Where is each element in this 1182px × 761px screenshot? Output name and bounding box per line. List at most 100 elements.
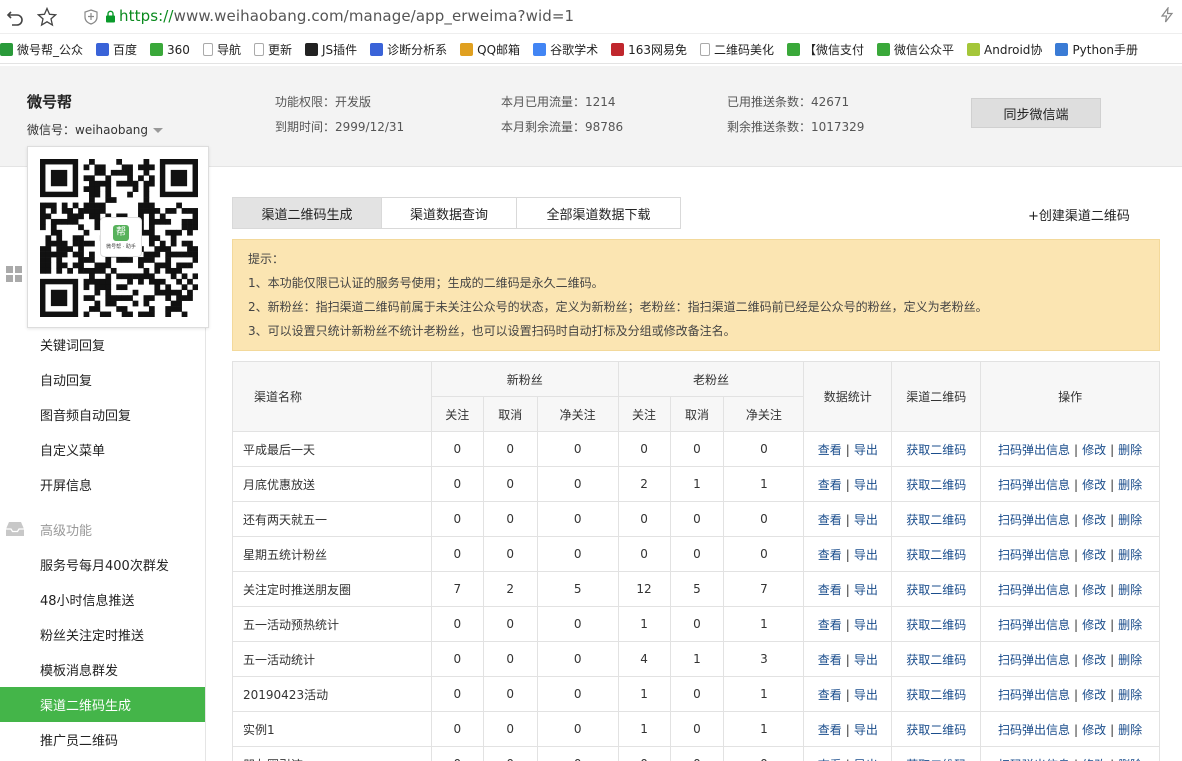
- scan-popup-link[interactable]: 扫码弹出信息: [998, 513, 1070, 527]
- tab-data-query[interactable]: 渠道数据查询: [382, 198, 517, 228]
- view-link[interactable]: 查看: [818, 583, 842, 597]
- account-selector[interactable]: 微信号：weihaobang: [27, 121, 164, 138]
- delete-link[interactable]: 删除: [1118, 723, 1142, 737]
- get-qrcode-link[interactable]: 获取二维码: [906, 583, 966, 597]
- get-qrcode-link[interactable]: 获取二维码: [906, 618, 966, 632]
- bookmark-item[interactable]: 百度: [96, 41, 137, 58]
- edit-link[interactable]: 修改: [1082, 583, 1106, 597]
- sidebar-item[interactable]: 模板消息群发: [0, 652, 205, 687]
- sidebar-item[interactable]: 关键词回复: [0, 327, 205, 362]
- delete-link[interactable]: 删除: [1118, 618, 1142, 632]
- sidebar-item[interactable]: 推广员二维码: [0, 722, 205, 757]
- sidebar-item[interactable]: 48小时信息推送: [0, 582, 205, 617]
- export-link[interactable]: 导出: [854, 758, 878, 761]
- bookmark-item[interactable]: 微信公众平: [877, 41, 954, 58]
- delete-link[interactable]: 删除: [1118, 443, 1142, 457]
- view-link[interactable]: 查看: [818, 723, 842, 737]
- delete-link[interactable]: 删除: [1118, 548, 1142, 562]
- get-qrcode-link[interactable]: 获取二维码: [906, 513, 966, 527]
- view-link[interactable]: 查看: [818, 548, 842, 562]
- export-link[interactable]: 导出: [854, 723, 878, 737]
- sidebar-item[interactable]: 自定义菜单: [0, 432, 205, 467]
- bookmark-item[interactable]: 二维码美化: [699, 41, 774, 58]
- edit-link[interactable]: 修改: [1082, 653, 1106, 667]
- sidebar-item[interactable]: 开屏信息: [0, 467, 205, 502]
- sidebar-item[interactable]: 粉丝关注定时推送: [0, 617, 205, 652]
- bookmark-item[interactable]: 163网易免: [611, 41, 687, 58]
- delete-link[interactable]: 删除: [1118, 758, 1142, 761]
- get-qrcode-link[interactable]: 获取二维码: [906, 723, 966, 737]
- delete-link[interactable]: 删除: [1118, 688, 1142, 702]
- bookmark-item[interactable]: Python手册: [1055, 41, 1138, 58]
- scan-popup-link[interactable]: 扫码弹出信息: [998, 688, 1070, 702]
- export-link[interactable]: 导出: [854, 513, 878, 527]
- edit-link[interactable]: 修改: [1082, 443, 1106, 457]
- get-qrcode-link[interactable]: 获取二维码: [906, 653, 966, 667]
- view-link[interactable]: 查看: [818, 478, 842, 492]
- scan-popup-link[interactable]: 扫码弹出信息: [998, 478, 1070, 492]
- create-qr-link[interactable]: +创建渠道二维码: [1028, 205, 1130, 224]
- sync-wechat-button[interactable]: 同步微信端: [971, 98, 1101, 128]
- view-link[interactable]: 查看: [818, 443, 842, 457]
- view-link[interactable]: 查看: [818, 513, 842, 527]
- scan-popup-link[interactable]: 扫码弹出信息: [998, 758, 1070, 761]
- get-qrcode-link[interactable]: 获取二维码: [906, 688, 966, 702]
- bookmark-item[interactable]: Android协: [967, 41, 1042, 58]
- bookmark-item[interactable]: 诊断分析系: [370, 41, 447, 58]
- view-link[interactable]: 查看: [818, 618, 842, 632]
- view-link[interactable]: 查看: [818, 688, 842, 702]
- export-link[interactable]: 导出: [854, 653, 878, 667]
- bookmark-item[interactable]: 导航: [202, 41, 241, 58]
- sidebar-item-active[interactable]: 渠道二维码生成: [0, 687, 205, 722]
- sidebar-item[interactable]: 自动回复: [0, 362, 205, 397]
- scan-popup-link[interactable]: 扫码弹出信息: [998, 583, 1070, 597]
- export-link[interactable]: 导出: [854, 618, 878, 632]
- star-bookmark-icon[interactable]: [36, 6, 58, 28]
- delete-link[interactable]: 删除: [1118, 653, 1142, 667]
- edit-link[interactable]: 修改: [1082, 758, 1106, 761]
- back-icon[interactable]: [4, 6, 26, 28]
- sidebar-item[interactable]: 服务号每月400次群发: [0, 547, 205, 582]
- lightning-icon[interactable]: [1160, 5, 1174, 27]
- url-field[interactable]: https://www.weihaobang.com/manage/app_er…: [119, 7, 574, 25]
- col-header-old-follow: 关注: [617, 396, 671, 432]
- bookmark-item[interactable]: 【微信支付: [787, 41, 864, 58]
- delete-link[interactable]: 删除: [1118, 478, 1142, 492]
- bookmark-favicon-icon: [533, 43, 547, 56]
- edit-link[interactable]: 修改: [1082, 478, 1106, 492]
- view-link[interactable]: 查看: [818, 758, 842, 761]
- delete-link[interactable]: 删除: [1118, 513, 1142, 527]
- edit-link[interactable]: 修改: [1082, 548, 1106, 562]
- edit-link[interactable]: 修改: [1082, 513, 1106, 527]
- cell-n-cancel: 0: [482, 746, 538, 761]
- edit-link[interactable]: 修改: [1082, 618, 1106, 632]
- get-qrcode-link[interactable]: 获取二维码: [906, 548, 966, 562]
- tab-qr-generate[interactable]: 渠道二维码生成: [233, 198, 382, 228]
- scan-popup-link[interactable]: 扫码弹出信息: [998, 443, 1070, 457]
- bookmark-item[interactable]: JS插件: [304, 41, 357, 58]
- scan-popup-link[interactable]: 扫码弹出信息: [998, 723, 1070, 737]
- bookmark-item[interactable]: 微号帮_公众: [0, 41, 83, 58]
- get-qrcode-link[interactable]: 获取二维码: [906, 758, 966, 761]
- get-qrcode-link[interactable]: 获取二维码: [906, 478, 966, 492]
- export-link[interactable]: 导出: [854, 583, 878, 597]
- edit-link[interactable]: 修改: [1082, 688, 1106, 702]
- get-qrcode-link[interactable]: 获取二维码: [906, 443, 966, 457]
- export-link[interactable]: 导出: [854, 478, 878, 492]
- scan-popup-link[interactable]: 扫码弹出信息: [998, 653, 1070, 667]
- tab-download-all[interactable]: 全部渠道数据下载: [517, 198, 680, 228]
- export-link[interactable]: 导出: [854, 688, 878, 702]
- view-link[interactable]: 查看: [818, 653, 842, 667]
- scan-popup-link[interactable]: 扫码弹出信息: [998, 548, 1070, 562]
- delete-link[interactable]: 删除: [1118, 583, 1142, 597]
- bookmark-item[interactable]: 360: [150, 43, 190, 57]
- bookmark-item[interactable]: QQ邮箱: [460, 41, 520, 58]
- scan-popup-link[interactable]: 扫码弹出信息: [998, 618, 1070, 632]
- export-link[interactable]: 导出: [854, 443, 878, 457]
- sidebar-item[interactable]: 图音频自动回复: [0, 397, 205, 432]
- edit-link[interactable]: 修改: [1082, 723, 1106, 737]
- shield-icon[interactable]: [84, 9, 98, 25]
- bookmark-item[interactable]: 谷歌学术: [533, 41, 598, 58]
- export-link[interactable]: 导出: [854, 548, 878, 562]
- bookmark-item[interactable]: 更新: [253, 41, 292, 58]
